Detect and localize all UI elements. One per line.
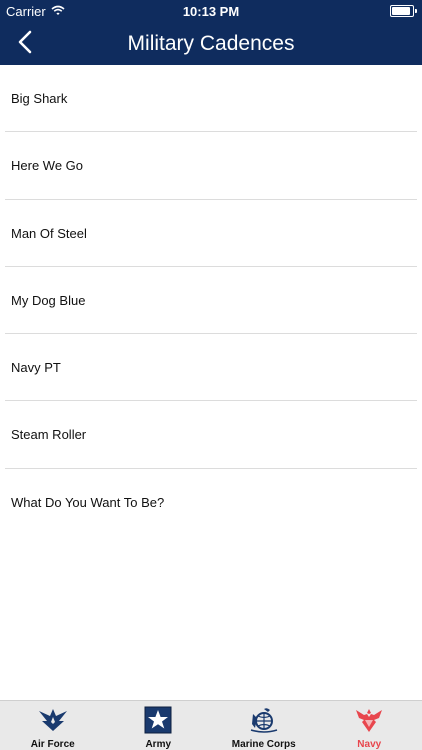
page-title: Military Cadences <box>127 32 295 55</box>
marine-corps-emblem-icon <box>249 705 279 735</box>
header: Carrier 10:13 PM Military Cadences <box>0 0 422 65</box>
list-item[interactable]: Steam Roller <box>0 401 422 470</box>
army-star-icon <box>143 705 173 735</box>
air-force-emblem-icon <box>38 705 68 735</box>
tab-label: Marine Corps <box>231 739 296 750</box>
cadence-list: Big Shark Here We Go Man Of Steel My Dog… <box>0 65 422 536</box>
list-item[interactable]: Man Of Steel <box>0 200 422 268</box>
tab-navy[interactable]: Navy <box>317 701 422 750</box>
battery-icon <box>390 5 417 17</box>
tab-air-force[interactable]: Air Force <box>0 701 106 750</box>
tab-marine-corps[interactable]: Marine Corps <box>211 701 317 750</box>
tab-label: Navy <box>357 739 382 750</box>
tab-label: Army <box>145 739 172 750</box>
tab-bar: Air Force Army Marine Corps Navy <box>0 700 422 750</box>
tab-army[interactable]: Army <box>106 701 212 750</box>
battery-fill <box>392 7 410 15</box>
list-item[interactable]: Navy PT <box>0 334 422 402</box>
list-item[interactable]: My Dog Blue <box>0 267 422 335</box>
status-bar: Carrier 10:13 PM <box>0 0 422 22</box>
back-button[interactable] <box>8 26 42 62</box>
chevron-left-icon <box>17 30 33 59</box>
tab-label: Air Force <box>30 739 75 750</box>
nav-bar: Military Cadences <box>0 22 422 65</box>
status-time: 10:13 PM <box>182 4 240 19</box>
list-item[interactable]: What Do You Want To Be? <box>0 469 422 536</box>
list-item[interactable]: Big Shark <box>0 65 422 133</box>
navy-eagle-icon <box>354 705 384 735</box>
list-item[interactable]: Here We Go <box>0 132 422 200</box>
